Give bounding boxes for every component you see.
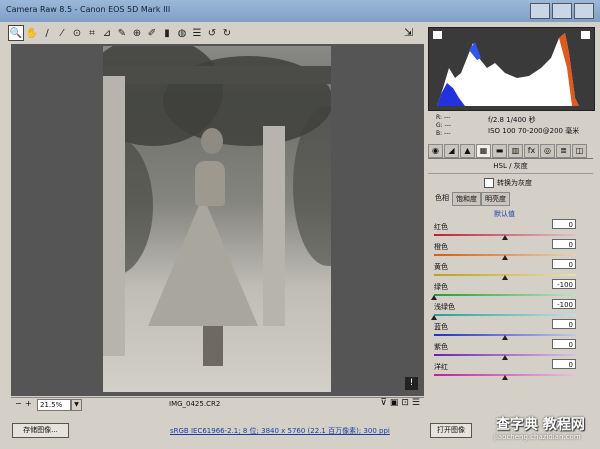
- watermark-url: jiaocheng.chazidian.com: [494, 433, 581, 441]
- window-controls: [530, 3, 594, 19]
- warning-icon[interactable]: !: [405, 377, 418, 390]
- preview-menu-icon[interactable]: ☰: [412, 398, 420, 408]
- hsl-subtabs: 色相 饱和度 明亮度: [432, 192, 510, 206]
- slider-value-field[interactable]: 0: [552, 239, 576, 249]
- zoom-level-field[interactable]: 21.5%: [37, 399, 71, 411]
- slider-thumb[interactable]: [431, 295, 437, 300]
- targeted-adjustment-tool-icon[interactable]: ⊙: [70, 26, 84, 40]
- window-titlebar: Camera Raw 8.5 - Canon EOS 5D Mark III: [0, 0, 600, 22]
- maximize-button[interactable]: [552, 3, 572, 19]
- slider-thumb[interactable]: [502, 355, 508, 360]
- slider-value-field[interactable]: 0: [552, 319, 576, 329]
- slider-value-field[interactable]: 0: [552, 219, 576, 229]
- highlight-clipping-icon: [581, 31, 590, 39]
- histogram-graph: [433, 31, 590, 106]
- tab-hsl-icon[interactable]: ▦: [476, 144, 491, 158]
- slider-row: 洋红 0: [434, 359, 580, 382]
- close-button[interactable]: [574, 3, 594, 19]
- zoom-tool-icon[interactable]: 🔍: [8, 25, 24, 41]
- tab-detail-icon[interactable]: ▲: [460, 144, 475, 158]
- tab-lens-icon[interactable]: ▥: [508, 144, 523, 158]
- subtab-luminance[interactable]: 明亮度: [481, 192, 510, 206]
- histogram: [428, 27, 595, 111]
- slider-thumb[interactable]: [502, 375, 508, 380]
- slider-label: 黄色: [434, 263, 448, 271]
- straighten-tool-icon[interactable]: ⊿: [100, 26, 114, 40]
- slider-thumb[interactable]: [502, 275, 508, 280]
- slider-value-field[interactable]: 0: [552, 339, 576, 349]
- spot-removal-tool-icon[interactable]: ✎: [115, 26, 129, 40]
- image-info: R: --- G: --- B: --- f/2.8 1/400 秒 ISO 1…: [428, 112, 593, 140]
- exif-aperture-shutter: f/2.8 1/400 秒: [488, 116, 536, 124]
- zoom-out-button[interactable]: −: [15, 399, 22, 408]
- slider-track[interactable]: [434, 314, 576, 316]
- zoom-dropdown-button[interactable]: ▼: [71, 399, 82, 411]
- slider-label: 浅绿色: [434, 303, 455, 311]
- tab-presets-icon[interactable]: ≣: [556, 144, 571, 158]
- minimize-button[interactable]: [530, 3, 550, 19]
- tab-tone-curve-icon[interactable]: ◢: [444, 144, 459, 158]
- section-title: HSL / 灰度: [428, 161, 593, 174]
- subtab-hue[interactable]: 色相: [432, 192, 452, 206]
- image-preview-area[interactable]: !: [11, 44, 424, 396]
- convert-grayscale-option[interactable]: 转换为灰度: [484, 178, 532, 188]
- photo-preview: [103, 46, 331, 392]
- slider-thumb[interactable]: [502, 335, 508, 340]
- tab-snapshots-icon[interactable]: ◫: [572, 144, 587, 158]
- red-eye-tool-icon[interactable]: ⊕: [130, 26, 144, 40]
- preferences-icon[interactable]: ☰: [190, 26, 204, 40]
- panel-tabs: ◉ ◢ ▲ ▦ ▬ ▥ fx ◎ ≣ ◫: [428, 144, 593, 159]
- toggle-settings-icon[interactable]: ⊡: [401, 398, 409, 408]
- white-balance-tool-icon[interactable]: /: [40, 26, 54, 40]
- adjustment-brush-icon[interactable]: ✐: [145, 26, 159, 40]
- filter-icon[interactable]: ⊽: [380, 398, 387, 408]
- graduated-filter-icon[interactable]: ▮: [160, 26, 174, 40]
- rotate-right-icon[interactable]: ↻: [220, 26, 234, 40]
- preview-status-bar: − + 21.5% ▼ IMG_0425.CR2 ⊽ ▣ ⊡ ☰: [11, 397, 424, 412]
- slider-value-field[interactable]: 0: [552, 359, 576, 369]
- watermark-logo: 查字典 教程网: [496, 417, 585, 433]
- slider-thumb[interactable]: [502, 255, 508, 260]
- tab-camera-calibration-icon[interactable]: ◎: [540, 144, 555, 158]
- slider-value-field[interactable]: -100: [552, 299, 576, 309]
- tab-effects-icon[interactable]: fx: [524, 144, 539, 158]
- slider-track[interactable]: [434, 294, 576, 296]
- slider-thumb[interactable]: [431, 315, 437, 320]
- slider-value-field[interactable]: 0: [552, 259, 576, 269]
- convert-grayscale-checkbox[interactable]: [484, 178, 494, 188]
- fullscreen-toggle-icon[interactable]: ⇲: [404, 26, 413, 39]
- file-name: IMG_0425.CR2: [169, 400, 221, 408]
- slider-label: 绿色: [434, 283, 448, 291]
- before-after-icon[interactable]: ▣: [390, 398, 399, 408]
- tool-bar: 🔍 ✋ / ⁄ ⊙ ⌗ ⊿ ✎ ⊕ ✐ ▮ ◍ ☰ ↺ ↻: [8, 24, 423, 42]
- crop-tool-icon[interactable]: ⌗: [85, 26, 99, 40]
- slider-value-field[interactable]: -100: [552, 279, 576, 289]
- save-image-button[interactable]: 存储图像...: [12, 423, 69, 438]
- convert-grayscale-label: 转换为灰度: [497, 179, 532, 187]
- default-link[interactable]: 默认值: [494, 209, 515, 219]
- slider-thumb[interactable]: [502, 235, 508, 240]
- slider-label: 红色: [434, 223, 448, 231]
- slider-label: 洋红: [434, 363, 448, 371]
- preview-options: ⊽ ▣ ⊡ ☰: [380, 398, 420, 408]
- slider-label: 紫色: [434, 343, 448, 351]
- tab-basic-icon[interactable]: ◉: [428, 144, 443, 158]
- adjustments-panel: R: --- G: --- B: --- f/2.8 1/400 秒 ISO 1…: [426, 24, 596, 412]
- window-title: Camera Raw 8.5 - Canon EOS 5D Mark III: [6, 5, 171, 14]
- rgb-readout: R: --- G: --- B: ---: [436, 114, 452, 137]
- tab-split-toning-icon[interactable]: ▬: [492, 144, 507, 158]
- zoom-in-button[interactable]: +: [25, 399, 32, 408]
- color-sampler-tool-icon[interactable]: ⁄: [55, 26, 69, 40]
- radial-filter-icon[interactable]: ◍: [175, 26, 189, 40]
- hand-tool-icon[interactable]: ✋: [25, 26, 39, 40]
- shadow-clipping-icon: [433, 31, 442, 39]
- open-image-button[interactable]: 打开图像: [430, 423, 472, 438]
- slider-label: 橙色: [434, 243, 448, 251]
- subtab-saturation[interactable]: 饱和度: [452, 192, 481, 206]
- exif-iso-lens: ISO 100 70-200@200 毫米: [488, 127, 580, 135]
- rotate-left-icon[interactable]: ↺: [205, 26, 219, 40]
- workflow-options-link[interactable]: sRGB IEC61966-2.1; 8 位; 3840 x 5760 (22.…: [170, 426, 390, 436]
- slider-label: 蓝色: [434, 323, 448, 331]
